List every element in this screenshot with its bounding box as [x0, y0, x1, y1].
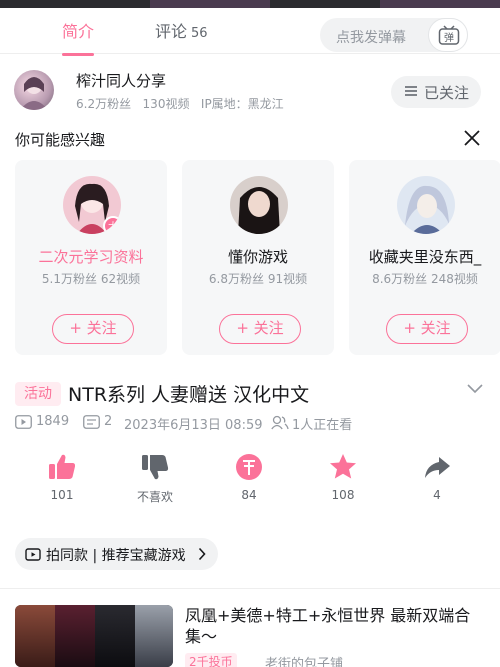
avatar-art [397, 176, 455, 234]
related-title: 凤凰+美德+特工+永恒世界 最新双端合集～ [185, 606, 471, 646]
recommend-meta: 6.8万粉丝 91视频 [182, 270, 334, 287]
camera-icon [25, 548, 41, 561]
danmaku-button-label: 弹 [444, 31, 454, 44]
chevron-down-icon[interactable] [466, 383, 484, 395]
video-title: NTR系列 人妻赠送 汉化中文 [68, 384, 310, 406]
avatar-art [20, 77, 48, 110]
recommend-name[interactable]: 二次元学习资料 [15, 246, 167, 267]
play-icon [15, 415, 32, 429]
favorite-button[interactable]: 108 [313, 452, 373, 502]
related-video[interactable]: 凤凰+美德+特工+永恒世界 最新双端合集～ 2千投币 老街的包子铺 [15, 605, 500, 667]
uploader-avatar[interactable] [14, 70, 54, 110]
share-button[interactable]: 4 [407, 452, 467, 502]
publish-date-value: 2023年6月13日 08:59 [124, 418, 263, 433]
comment-count: 56 [191, 26, 208, 41]
thumbs-up-icon [49, 454, 76, 479]
tab-comments[interactable]: 评论 56 [155, 18, 208, 42]
recommend-avatar[interactable]: 大 [63, 176, 121, 234]
watching-now-value: 1人正在看 [292, 418, 353, 433]
action-bar: 101 不喜欢 84 108 4 [0, 452, 500, 508]
danmaku-toggle-button[interactable]: 弹 [428, 18, 468, 52]
thumbnail-panel [15, 605, 55, 667]
badge-icon: 大 [108, 220, 118, 233]
creator-badge: 大 [103, 216, 121, 234]
favorite-count: 108 [331, 488, 355, 502]
follow-button[interactable]: + 关注 [386, 314, 468, 344]
recommend-card[interactable]: 懂你游戏 6.8万粉丝 91视频 + 关注 [182, 160, 334, 355]
uploader-videos: 130视频 [142, 97, 190, 111]
like-count: 101 [50, 488, 74, 502]
play-count-value: 1849 [36, 414, 70, 429]
thumbnail-panel [95, 605, 135, 667]
related-author[interactable]: 老街的包子铺 [265, 653, 343, 667]
recommend-fans: 5.1万粉丝 [41, 272, 97, 286]
top-strip-overlay [380, 0, 500, 8]
coin-count: 84 [241, 488, 257, 502]
danmaku-icon [83, 415, 100, 429]
recommend-name[interactable]: 懂你游戏 [182, 246, 334, 267]
video-stats: 1849 2 2023年6月13日 08:59 1人正在看 [15, 414, 485, 433]
share-count: 4 [433, 488, 441, 502]
recommend-avatar[interactable] [397, 176, 455, 234]
recommend-meta: 5.1万粉丝 62视频 [15, 270, 167, 287]
danmaku-tv-icon: 弹 [438, 25, 460, 45]
danmaku-count-value: 2 [104, 414, 113, 429]
recommend-avatar[interactable] [230, 176, 288, 234]
dislike-label: 不喜欢 [136, 490, 173, 504]
recommend-title: 你可能感兴趣 [15, 131, 106, 149]
coin-icon [236, 454, 262, 480]
recommend-card[interactable]: 收藏夹里没东西_ 8.6万粉丝 248视频 + 关注 [349, 160, 500, 355]
recommend-videos: 248视频 [431, 272, 478, 286]
recommend-carousel[interactable]: 大 二次元学习资料 5.1万粉丝 62视频 + 关注 懂你游戏 6.8万粉丝 9… [15, 160, 500, 355]
recommend-name[interactable]: 收藏夹里没东西_ [349, 246, 500, 267]
star-icon [330, 454, 356, 479]
recommend-videos: 62视频 [100, 272, 141, 286]
followed-button[interactable]: 已关注 [391, 76, 481, 108]
tab-intro[interactable]: 简介 [62, 18, 95, 56]
uploader-ip: IP属地：黑龙江 [200, 97, 284, 111]
thumbs-down-icon [142, 455, 169, 480]
people-icon [271, 415, 289, 430]
top-strip-overlay [150, 0, 270, 8]
danmaku-placeholder: 点我发弹幕 [336, 30, 406, 46]
follow-button[interactable]: + 关注 [52, 314, 134, 344]
followed-label: 已关注 [424, 84, 470, 102]
thumbnail-panel [55, 605, 95, 667]
uploader-fans: 6.2万粉丝 [76, 97, 132, 111]
badge-label: 大 [108, 220, 118, 233]
recommend-videos: 91视频 [267, 272, 308, 286]
danmaku-input[interactable]: 点我发弹幕 弹 [320, 18, 468, 52]
same-style-pill[interactable]: 拍同款 | 推荐宝藏游戏 [15, 538, 218, 570]
video-title-row: 活动 NTR系列 人妻赠送 汉化中文 [15, 380, 485, 410]
recommend-meta: 8.6万粉丝 248视频 [349, 270, 500, 287]
top-strip [0, 0, 500, 8]
activity-tag[interactable]: 活动 [15, 382, 61, 406]
related-thumbnail[interactable] [15, 605, 173, 667]
uploader-name[interactable]: 榨汁同人分享 [76, 70, 166, 91]
like-button[interactable]: 101 [32, 452, 92, 502]
chevron-right-icon [198, 547, 206, 561]
close-icon[interactable] [462, 128, 482, 148]
coin-button[interactable]: 84 [219, 452, 279, 502]
avatar-art [230, 176, 288, 234]
share-icon [425, 457, 450, 478]
recommend-fans: 8.6万粉丝 [372, 272, 428, 286]
section-divider [0, 588, 500, 589]
menu-icon [405, 86, 417, 96]
follow-button[interactable]: + 关注 [219, 314, 301, 344]
uploader-row: 榨汁同人分享 6.2万粉丝 130视频 IP属地：黑龙江 已关注 [0, 64, 500, 120]
same-style-label: 拍同款 | 推荐宝藏游戏 [46, 548, 186, 564]
recommend-card[interactable]: 大 二次元学习资料 5.1万粉丝 62视频 + 关注 [15, 160, 167, 355]
dislike-button[interactable]: 不喜欢 [125, 452, 185, 505]
recommend-fans: 6.8万粉丝 [208, 272, 264, 286]
tab-bar: 简介 评论 56 点我发弹幕 弹 [0, 8, 500, 56]
uploader-meta: 6.2万粉丝 130视频 IP属地：黑龙江 [76, 95, 284, 112]
thumbnail-panel [135, 605, 173, 667]
tab-comments-label: 评论 [155, 22, 188, 41]
related-coin-badge: 2千投币 [185, 653, 237, 667]
